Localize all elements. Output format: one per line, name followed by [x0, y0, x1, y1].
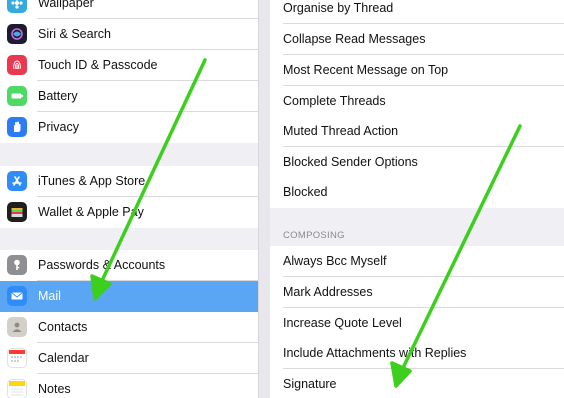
sidebar-item-siri[interactable]: Siri & Search	[0, 19, 258, 50]
setting-signature[interactable]: Signature	[270, 369, 564, 398]
siri-icon	[7, 24, 27, 44]
sidebar-item-passwords-accounts[interactable]: Passwords & Accounts	[0, 250, 258, 281]
setting-label: Muted Thread Action	[283, 124, 399, 138]
sidebar-item-app-store[interactable]: iTunes & App Store	[0, 166, 258, 197]
sidebar-item-calendar[interactable]: Calendar	[0, 343, 258, 374]
sidebar-item-notes[interactable]: Notes	[0, 374, 258, 398]
setting-label: Complete Threads	[283, 94, 386, 108]
setting-label: Organise by Thread	[283, 1, 394, 15]
sidebar-item-contacts[interactable]: Contacts	[0, 312, 258, 343]
mail-icon	[7, 286, 27, 306]
sidebar-item-mail[interactable]: Mail	[0, 281, 258, 312]
contacts-icon	[7, 317, 27, 337]
setting-include-attachments[interactable]: Include Attachments with Replies	[270, 338, 564, 369]
app-store-icon	[7, 171, 27, 191]
setting-complete-threads[interactable]: Complete Threads	[270, 86, 564, 117]
setting-always-bcc-myself[interactable]: Always Bcc Myself	[270, 246, 564, 277]
sidebar-item-label: Siri & Search	[38, 27, 111, 41]
sidebar-item-label: Touch ID & Passcode	[38, 58, 158, 72]
setting-label: Increase Quote Level	[283, 316, 402, 330]
sidebar-item-label: Wallpaper	[38, 0, 94, 10]
key-icon	[7, 255, 27, 275]
setting-mark-addresses[interactable]: Mark Addresses	[270, 277, 564, 308]
sidebar-item-label: Mail	[38, 289, 61, 303]
setting-label: Always Bcc Myself	[283, 254, 387, 268]
setting-label: Blocked	[283, 185, 328, 199]
setting-label: Collapse Read Messages	[283, 32, 426, 46]
sidebar-item-label: iTunes & App Store	[38, 174, 146, 188]
setting-collapse-read-messages[interactable]: Collapse Read Messages	[270, 24, 564, 55]
setting-organise-by-thread[interactable]: Organise by Thread	[270, 0, 564, 24]
sidebar-item-battery[interactable]: Battery	[0, 81, 258, 112]
sidebar-item-label: Wallet & Apple Pay	[38, 205, 144, 219]
section-header-composing: COMPOSING	[283, 230, 345, 241]
setting-muted-thread-action[interactable]: Muted Thread Action	[270, 116, 564, 147]
setting-increase-quote-level[interactable]: Increase Quote Level	[270, 308, 564, 339]
setting-label: Blocked Sender Options	[283, 155, 418, 169]
setting-blocked[interactable]: Blocked	[270, 177, 564, 208]
setting-label: Most Recent Message on Top	[283, 63, 449, 77]
mail-settings-panel: Organise by Thread Collapse Read Message…	[270, 0, 564, 398]
sidebar-item-label: Notes	[38, 382, 71, 396]
setting-label: Signature	[283, 377, 337, 391]
setting-blocked-sender-options[interactable]: Blocked Sender Options	[270, 147, 564, 178]
sidebar-item-wallet[interactable]: Wallet & Apple Pay	[0, 197, 258, 228]
sidebar-item-wallpaper[interactable]: Wallpaper	[0, 0, 258, 19]
battery-icon	[7, 86, 27, 106]
setting-label: Mark Addresses	[283, 285, 373, 299]
wallpaper-icon	[7, 0, 27, 13]
sidebar-item-label: Battery	[38, 89, 78, 103]
fingerprint-icon	[7, 55, 27, 75]
calendar-icon	[7, 348, 27, 368]
sidebar-item-label: Privacy	[38, 120, 79, 134]
setting-label: Include Attachments with Replies	[283, 346, 467, 360]
sidebar-item-label: Contacts	[38, 320, 88, 334]
sidebar-item-touch-id[interactable]: Touch ID & Passcode	[0, 50, 258, 81]
sidebar-item-label: Calendar	[38, 351, 89, 365]
setting-most-recent-on-top[interactable]: Most Recent Message on Top	[270, 55, 564, 86]
sidebar-item-privacy[interactable]: Privacy	[0, 112, 258, 143]
wallet-icon	[7, 202, 27, 222]
privacy-hand-icon	[7, 117, 27, 137]
sidebar-item-label: Passwords & Accounts	[38, 258, 166, 272]
split-view-divider	[258, 0, 270, 398]
notes-icon	[7, 379, 27, 398]
settings-sidebar: Wallpaper Siri & Search Touch ID & Passc…	[0, 0, 258, 398]
